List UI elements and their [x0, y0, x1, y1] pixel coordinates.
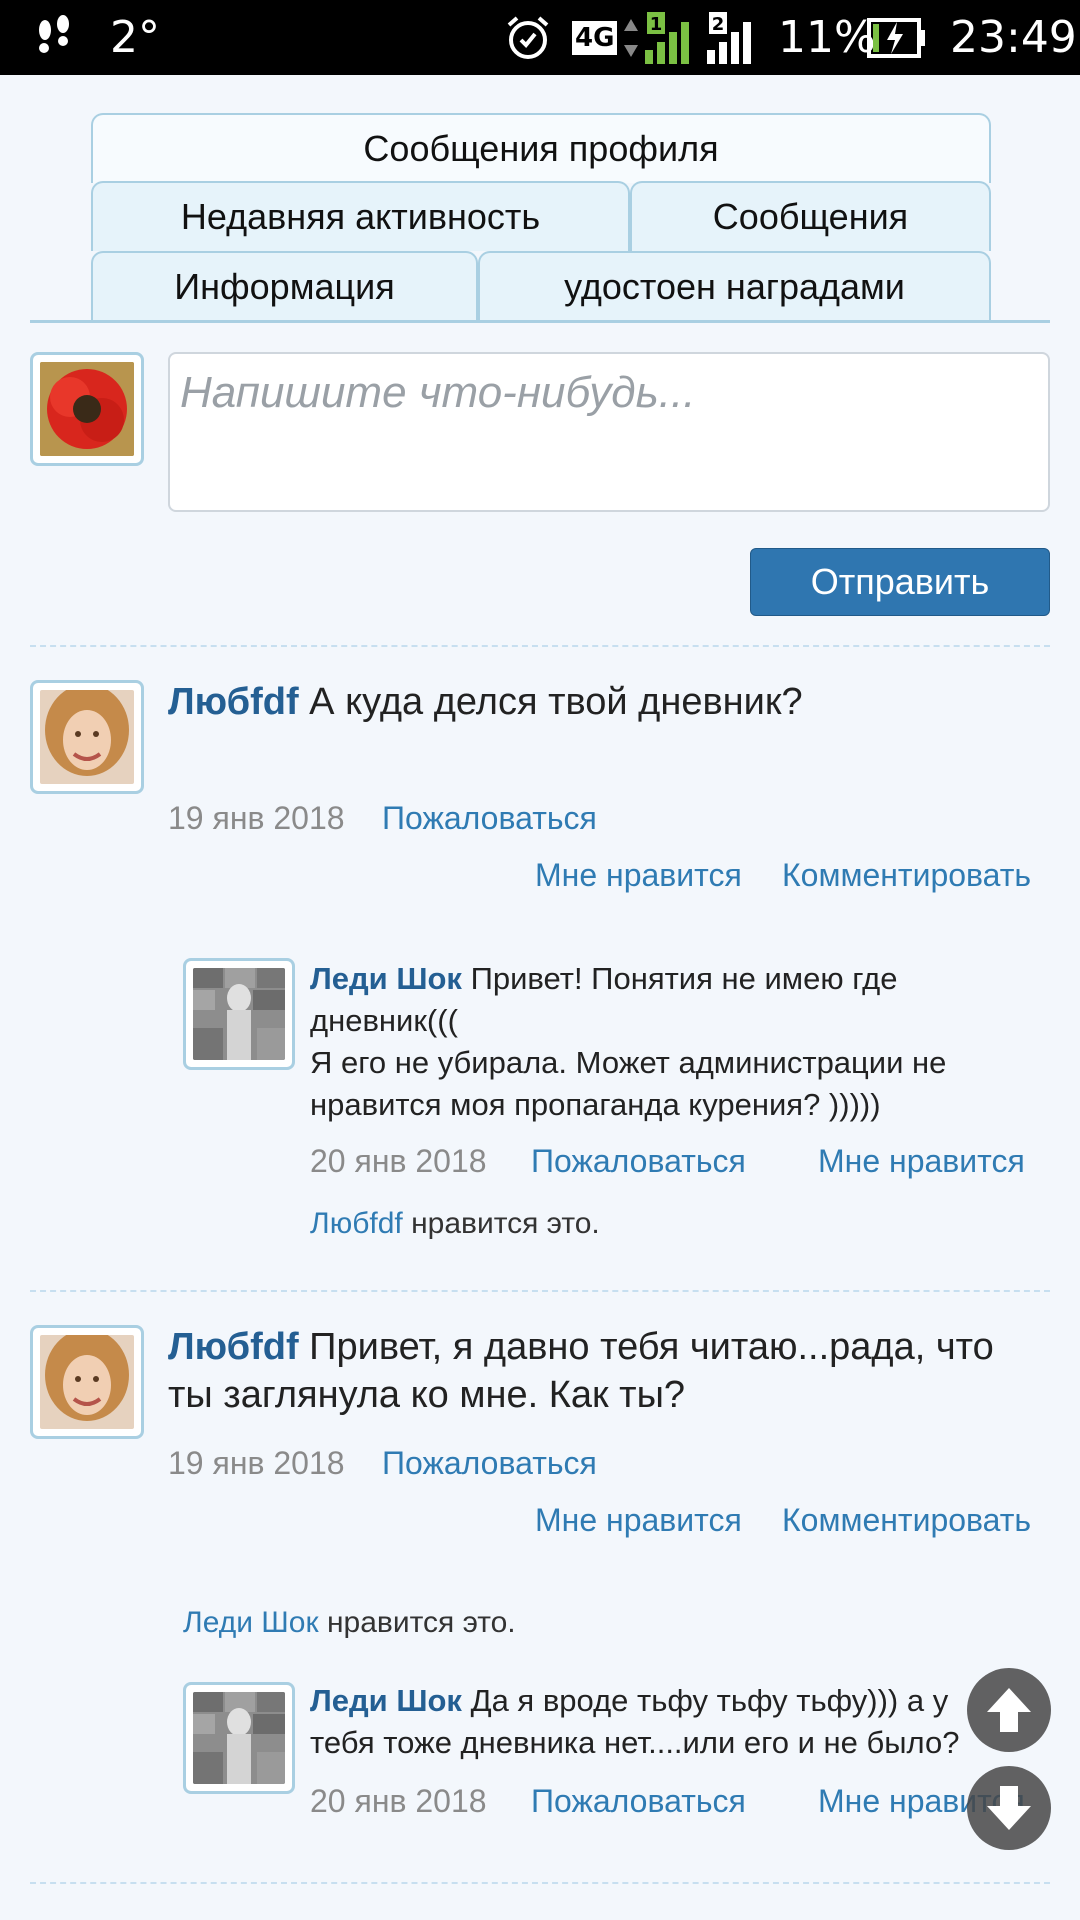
clock: 23:49	[950, 12, 1077, 63]
reply-date: 20 янв 2018	[310, 1143, 487, 1179]
tab-messages[interactable]: Сообщения	[630, 181, 991, 251]
liker-link[interactable]: Леди Шок	[183, 1606, 319, 1639]
bw-photo	[193, 1692, 285, 1784]
reply-line: Я его не убирала. Может администрации не	[310, 1045, 947, 1080]
reply-text: Леди Шок Да я вроде тьфу тьфу тьфу))) а …	[310, 1680, 1050, 1764]
svg-text:2: 2	[712, 14, 725, 35]
scroll-down-button[interactable]	[967, 1766, 1051, 1850]
tab-awards[interactable]: удостоен наградами	[478, 251, 991, 321]
divider	[30, 1882, 1050, 1884]
sim1-signal-icon: 1	[645, 0, 700, 75]
divider	[30, 1290, 1050, 1292]
post-body: А куда делся твой дневник?	[309, 681, 803, 723]
post-author-avatar[interactable]	[30, 1325, 144, 1439]
tab-information[interactable]: Информация	[91, 251, 478, 321]
data-arrows-icon	[622, 0, 640, 75]
liker-link[interactable]: Любfdf	[310, 1207, 403, 1240]
post-author-link[interactable]: Любfdf	[168, 1326, 299, 1368]
report-link[interactable]: Пожаловаться	[531, 1783, 746, 1820]
status-bar: 2° 4G 1 2 11% 23:49	[0, 0, 1080, 75]
likes-suffix: нравится это.	[318, 1606, 516, 1639]
post-author-link[interactable]: Любfdf	[168, 681, 299, 723]
divider	[30, 645, 1050, 647]
arrow-up-icon	[987, 1688, 1031, 1732]
post-date: 19 янв 2018	[168, 800, 345, 836]
post-text: Любfdf А куда делся твой дневник?	[168, 678, 1048, 726]
post-date: 19 янв 2018	[168, 1445, 345, 1481]
alarm-icon	[503, 0, 553, 75]
report-link[interactable]: Пожаловаться	[382, 800, 597, 837]
post-line: ты заглянула ко мне. Как ты?	[168, 1374, 686, 1416]
reply-author-link[interactable]: Леди Шок	[310, 961, 462, 996]
report-link[interactable]: Пожаловаться	[531, 1143, 746, 1180]
reply-line: нравится моя пропаганда курения? )))))	[310, 1087, 881, 1122]
likes-summary: Любfdf нравится это.	[310, 1207, 600, 1241]
likes-suffix: нравится это.	[402, 1207, 600, 1240]
tabs-divider	[30, 320, 1050, 323]
tab-profile-posts[interactable]: Сообщения профиля	[91, 113, 991, 183]
post-author-avatar[interactable]	[30, 680, 144, 794]
like-link[interactable]: Мне нравится	[818, 1143, 1025, 1180]
send-button[interactable]: Отправить	[750, 548, 1050, 616]
sim2-signal-icon: 2	[707, 0, 762, 75]
reply-line: Привет! Понятия не имею где	[470, 961, 898, 996]
reply-date: 20 янв 2018	[310, 1783, 487, 1819]
woman-photo	[40, 690, 134, 784]
temperature: 2°	[110, 12, 160, 63]
post-text: Любfdf Привет, я давно тебя читаю...рада…	[168, 1323, 1048, 1419]
footsteps-icon	[30, 0, 78, 75]
reply-line: дневник(((	[310, 1003, 458, 1038]
post-line: Привет, я давно тебя читаю...рада, что	[309, 1326, 994, 1368]
reply-line: тебя тоже дневника нет....или его и не б…	[310, 1725, 960, 1760]
battery-charging-icon	[867, 0, 927, 75]
report-link[interactable]: Пожаловаться	[382, 1445, 597, 1482]
bw-photo	[193, 968, 285, 1060]
like-link[interactable]: Мне нравится	[535, 857, 742, 894]
scroll-up-button[interactable]	[967, 1668, 1051, 1752]
like-link[interactable]: Мне нравится	[535, 1502, 742, 1539]
woman-photo	[40, 1335, 134, 1429]
reply-author-avatar[interactable]	[183, 1682, 295, 1794]
poppy-image	[40, 362, 134, 456]
reply-text: Леди Шок Привет! Понятия не имею где дне…	[310, 958, 1050, 1126]
network-4g-icon: 4G	[572, 0, 618, 75]
svg-text:1: 1	[650, 14, 663, 35]
likes-summary: Леди Шок нравится это.	[183, 1606, 516, 1640]
tab-recent-activity[interactable]: Недавняя активность	[91, 181, 630, 251]
arrow-down-icon	[987, 1786, 1031, 1830]
reply-line: Да я вроде тьфу тьфу тьфу))) а у	[470, 1683, 949, 1718]
reply-author-link[interactable]: Леди Шок	[310, 1683, 462, 1718]
comment-link[interactable]: Комментировать	[782, 857, 1031, 894]
post-input[interactable]: Напишите что-нибудь...	[168, 352, 1050, 512]
battery-percent: 11%	[778, 12, 876, 63]
reply-author-avatar[interactable]	[183, 958, 295, 1070]
profile-tabs: Сообщения профиля Недавняя активность Со…	[0, 75, 1080, 325]
my-avatar[interactable]	[30, 352, 144, 466]
comment-link[interactable]: Комментировать	[782, 1502, 1031, 1539]
